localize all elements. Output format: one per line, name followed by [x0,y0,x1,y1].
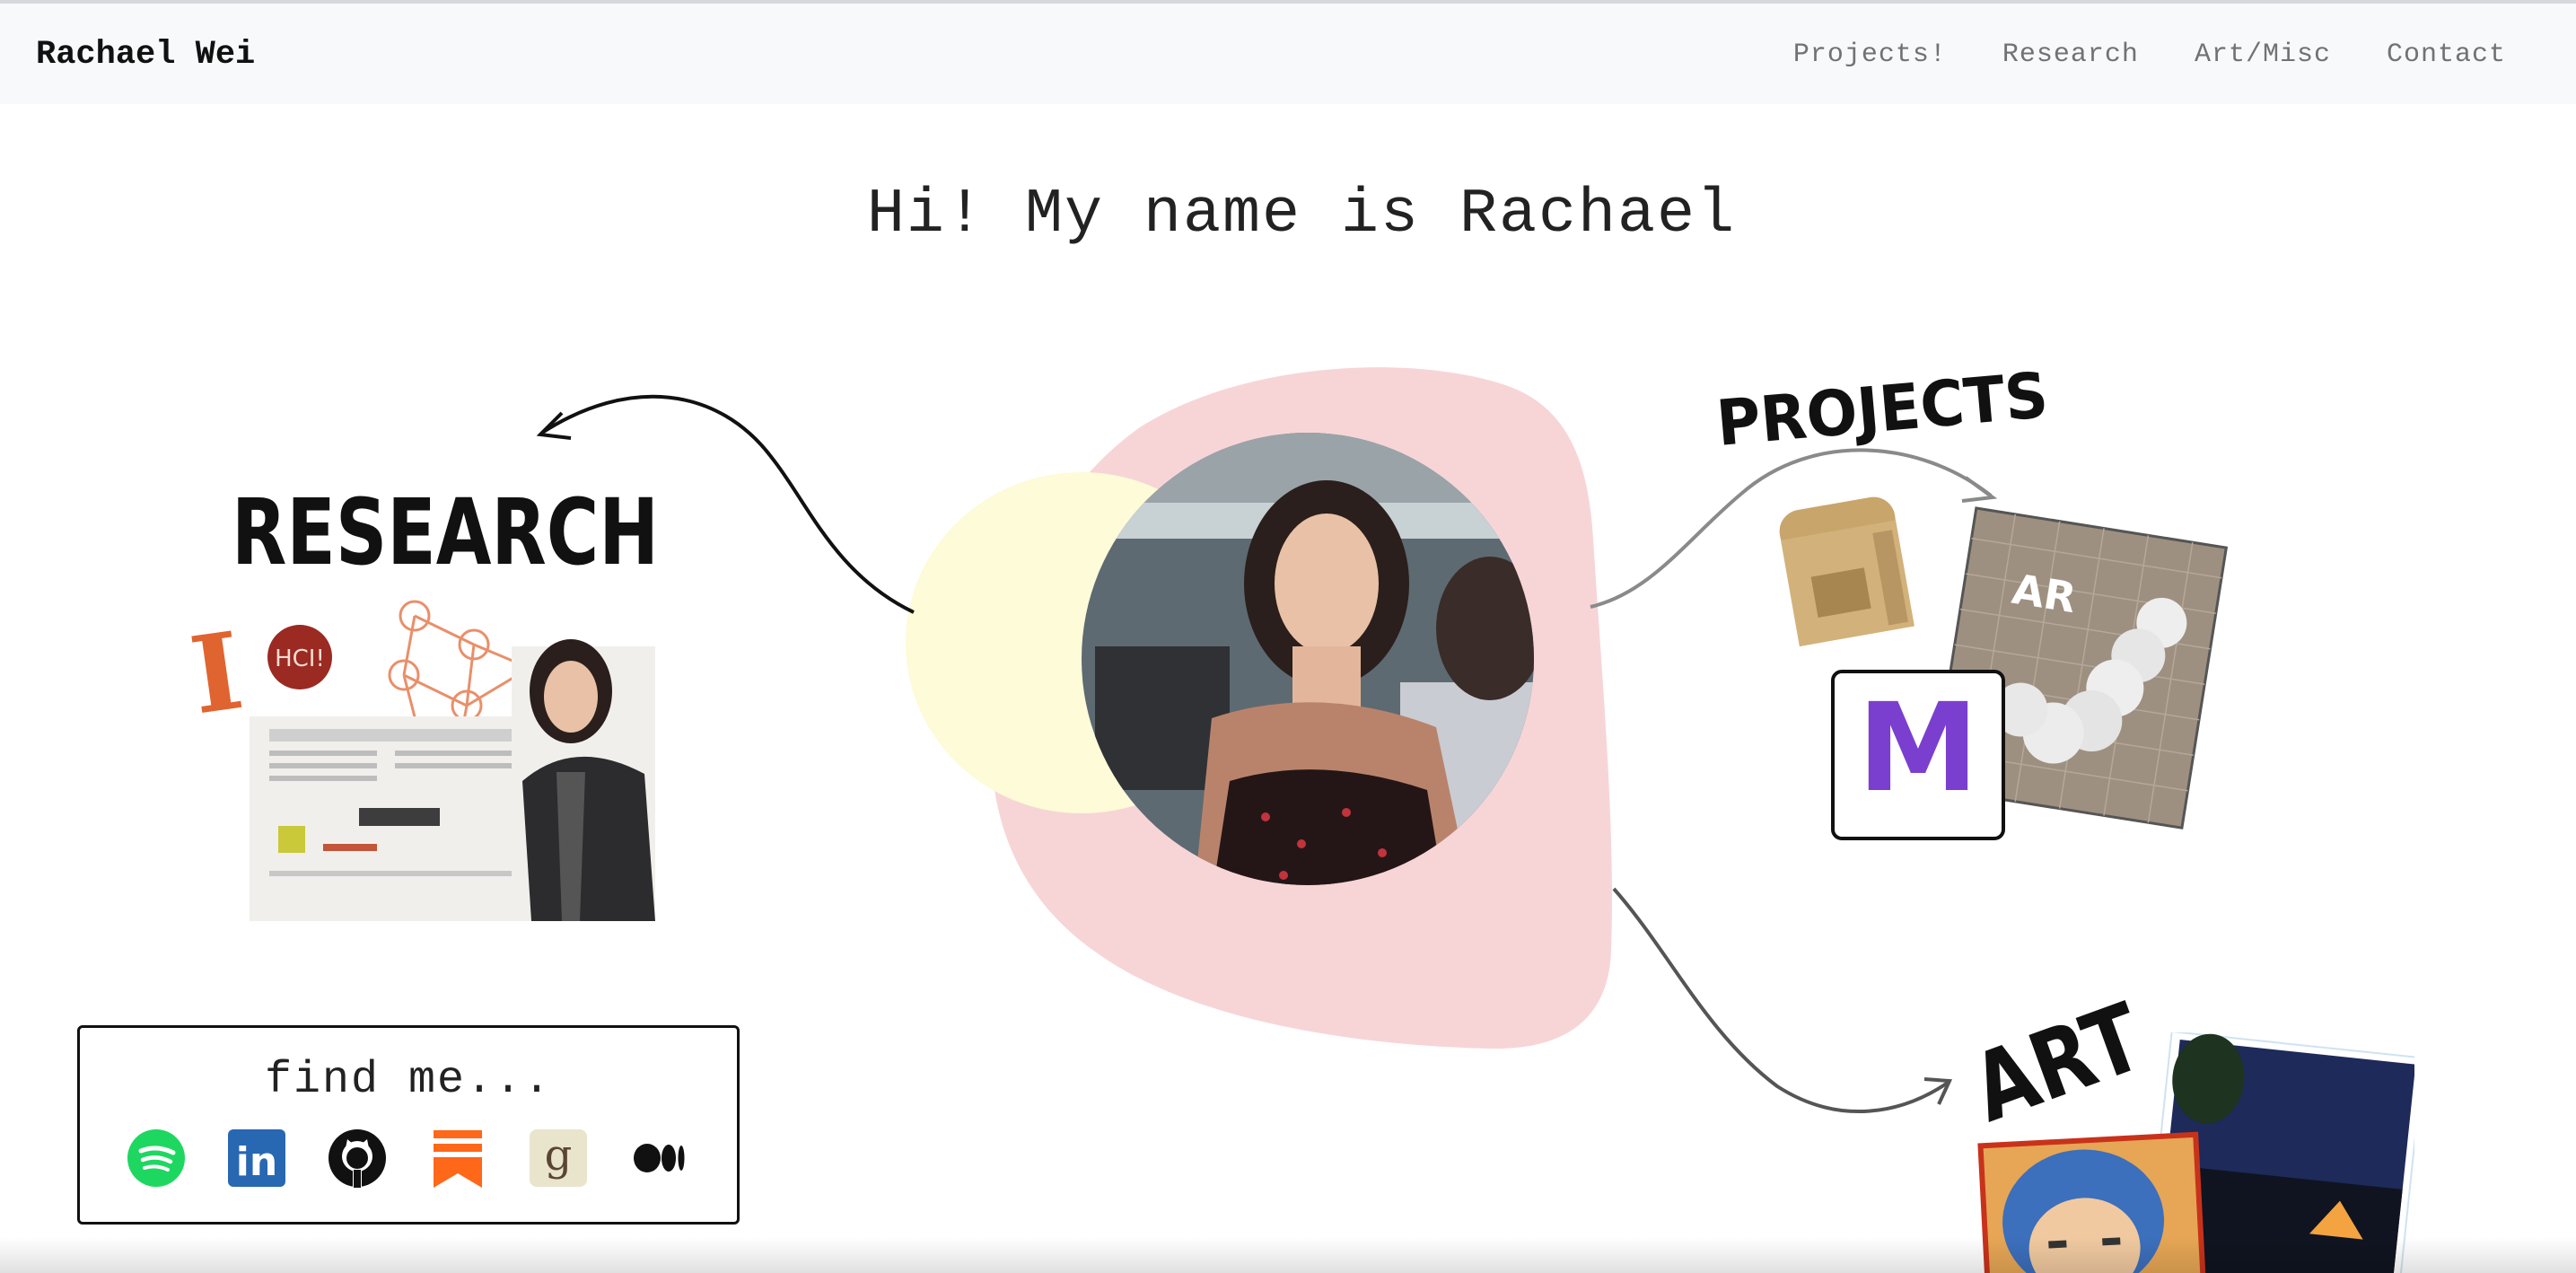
m-logo-card: M [1831,670,2005,840]
linkedin-icon[interactable]: in [227,1128,286,1188]
research-collage[interactable]: I HCI! [183,600,655,921]
find-me-title: find me... [264,1055,553,1106]
research-i-logo: I [183,608,250,738]
svg-text:M: M [1857,678,1978,820]
arrow-to-art [1612,887,1950,1113]
github-icon[interactable] [328,1128,387,1188]
projects-heading[interactable]: PROJECTS [1713,358,2051,461]
hci-badge: HCI! [267,625,332,689]
bottom-shadow [0,1237,2576,1273]
medium-icon[interactable] [629,1128,688,1188]
cardboard-box-image [1779,496,1914,647]
goodreads-icon[interactable]: g [529,1128,588,1188]
social-links: in g [127,1128,688,1188]
svg-text:in: in [236,1139,277,1185]
spotify-icon[interactable] [127,1128,186,1188]
projects-collage[interactable]: AR M [1776,494,2229,840]
svg-text:g: g [545,1130,573,1181]
research-person [512,639,655,921]
svg-text:AR: AR [2009,565,2080,622]
substack-icon[interactable] [428,1128,487,1188]
svg-text:HCI!: HCI! [275,645,325,672]
art-heading[interactable]: ART [1958,982,2156,1144]
research-heading[interactable]: RESEARCH [232,479,659,586]
find-me-box: find me... in g [77,1025,740,1225]
